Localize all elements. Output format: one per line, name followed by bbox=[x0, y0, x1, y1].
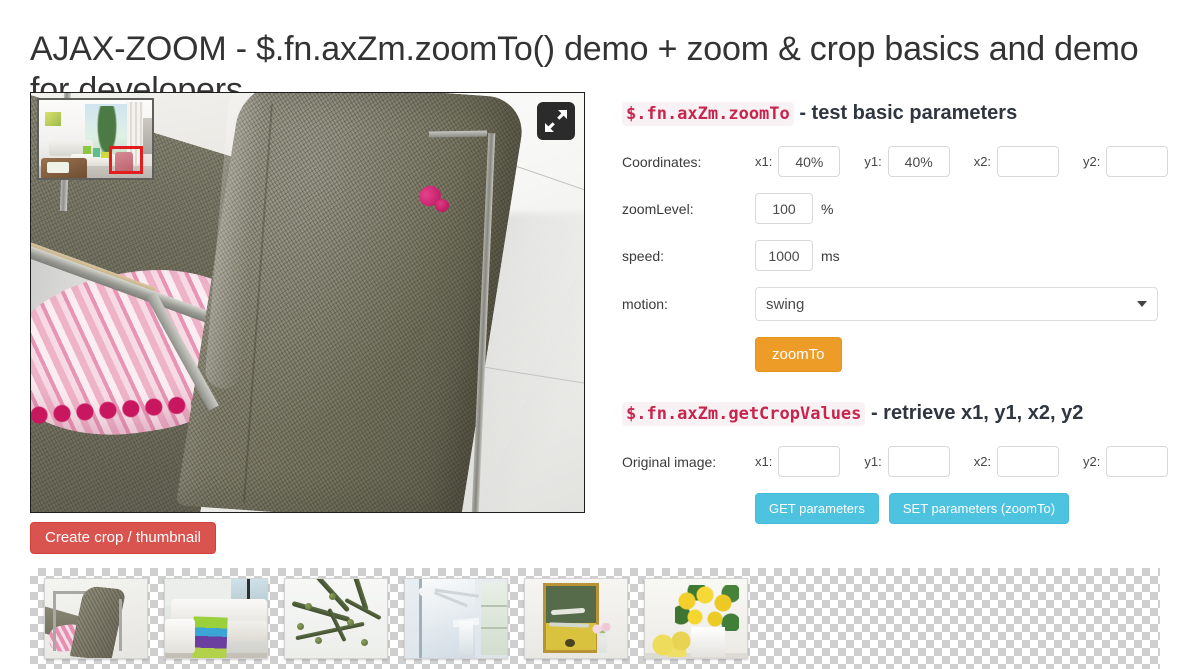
thumb-detail bbox=[481, 627, 507, 629]
y2-input[interactable] bbox=[1106, 146, 1169, 177]
coordinates-label: Coordinates: bbox=[622, 153, 702, 170]
coordinates-row: Coordinates: x1: y1: x2: y2: bbox=[622, 146, 1169, 177]
thumb-detail bbox=[305, 603, 312, 610]
original-coordinate-fields: x1: y1: x2: y2: bbox=[755, 446, 1169, 477]
thumb-detail bbox=[565, 639, 575, 647]
speed-unit: ms bbox=[821, 247, 840, 264]
zoomlevel-input[interactable] bbox=[755, 193, 813, 224]
zoomto-heading-rest: - test basic parameters bbox=[793, 102, 1018, 124]
zoomto-code-tag: $.fn.axZm.zoomTo bbox=[622, 102, 794, 126]
orig-y1-input[interactable] bbox=[887, 446, 950, 477]
parameters-panel: $.fn.axZm.zoomTo - test basic parameters… bbox=[622, 100, 1169, 524]
x2-input[interactable] bbox=[997, 146, 1060, 177]
y1-label: y1: bbox=[864, 154, 882, 169]
get-parameters-button[interactable]: GET parameters bbox=[755, 493, 879, 524]
thumb-detail bbox=[481, 605, 507, 607]
image-viewer[interactable] bbox=[30, 92, 585, 513]
getcropvalues-section-heading: $.fn.axZm.getCropValues - retrieve x1, y… bbox=[622, 400, 1167, 426]
thumb-detail bbox=[53, 591, 56, 651]
thumb-detail bbox=[651, 631, 695, 657]
set-parameters-button[interactable]: SET parameters (zoomTo) bbox=[888, 493, 1070, 524]
thumb-detail bbox=[192, 616, 228, 658]
navigator-selection-rect[interactable] bbox=[109, 146, 143, 174]
x1-label: x1: bbox=[755, 154, 773, 169]
thumb-detail bbox=[69, 585, 127, 658]
motion-row: motion: swing bbox=[622, 287, 1167, 321]
thumbnail-item-1[interactable] bbox=[44, 578, 148, 659]
x2-label: x2: bbox=[973, 154, 992, 169]
thumb-detail bbox=[691, 627, 725, 657]
navigator-plate bbox=[47, 162, 69, 173]
motion-label: motion: bbox=[622, 296, 668, 312]
zoomlevel-unit: % bbox=[821, 200, 834, 217]
create-crop-button[interactable]: Create crop / thumbnail bbox=[30, 522, 216, 554]
getcropvalues-code-tag: $.fn.axZm.getCropValues bbox=[622, 402, 866, 426]
thumb-detail bbox=[361, 639, 368, 646]
orig-y2-input[interactable] bbox=[1106, 446, 1169, 477]
speed-row: speed: ms bbox=[622, 240, 1167, 271]
thumb-painting-vase bbox=[525, 579, 627, 658]
coordinate-fields: x1: y1: x2: y2: bbox=[755, 146, 1169, 177]
original-image-row: Original image: x1: y1: x2: y2: bbox=[622, 446, 1169, 477]
page-root: AJAX-ZOOM - $.fn.axZm.zoomTo() demo + zo… bbox=[0, 0, 1192, 669]
x1-input[interactable] bbox=[778, 146, 841, 177]
thumb-detail bbox=[165, 619, 195, 653]
motion-select[interactable]: swing bbox=[755, 287, 1158, 321]
orig-x2-input[interactable] bbox=[997, 446, 1060, 477]
photo-metal-frame-top bbox=[428, 130, 488, 138]
getcropvalues-heading-rest: - retrieve x1, y1, x2, y2 bbox=[865, 402, 1084, 424]
thumb-detail bbox=[329, 593, 336, 600]
navigator-door bbox=[143, 118, 152, 154]
thumb-detail bbox=[459, 621, 473, 655]
thumb-cactus-branches bbox=[285, 579, 387, 658]
thumb-yellow-roses-lemons bbox=[645, 579, 747, 658]
crop-action-buttons: GET parameters SET parameters (zoomTo) bbox=[755, 493, 1167, 524]
thumbnail-item-2[interactable] bbox=[164, 578, 268, 659]
zoomto-button[interactable]: zoomTo bbox=[755, 337, 842, 372]
zoomlevel-row: zoomLevel: % bbox=[622, 193, 1167, 224]
thumbnail-strip[interactable] bbox=[30, 568, 1160, 669]
orig-y1-label: y1: bbox=[864, 454, 882, 469]
speed-input[interactable] bbox=[755, 240, 813, 271]
fullscreen-button[interactable] bbox=[537, 102, 575, 140]
thumb-detail bbox=[295, 621, 365, 641]
thumbnail-item-6[interactable] bbox=[644, 578, 748, 659]
zoomto-section-heading: $.fn.axZm.zoomTo - test basic parameters bbox=[622, 100, 1167, 126]
thumb-lamp-window bbox=[405, 579, 507, 658]
thumbnail-item-3[interactable] bbox=[284, 578, 388, 659]
y1-input[interactable] bbox=[887, 146, 950, 177]
original-image-label: Original image: bbox=[622, 453, 717, 470]
photo-pompom bbox=[435, 199, 449, 212]
thumb-detail bbox=[675, 585, 739, 631]
orig-y2-label: y2: bbox=[1083, 454, 1101, 469]
thumb-detail bbox=[315, 637, 322, 644]
navigator-thumbnail[interactable] bbox=[37, 98, 154, 180]
zoomlevel-label: zoomLevel: bbox=[622, 200, 694, 217]
thumb-detail bbox=[297, 623, 304, 630]
navigator-decor bbox=[83, 146, 91, 154]
thumb-detail bbox=[347, 619, 354, 626]
orig-x1-input[interactable] bbox=[778, 446, 841, 477]
thumbnail-item-4[interactable] bbox=[404, 578, 508, 659]
speed-label: speed: bbox=[622, 247, 665, 264]
thumb-detail bbox=[119, 599, 122, 651]
orig-x1-label: x1: bbox=[755, 454, 773, 469]
thumb-detail bbox=[481, 583, 507, 655]
thumbnail-item-5[interactable] bbox=[524, 578, 628, 659]
y2-label: y2: bbox=[1083, 154, 1101, 169]
navigator-decor bbox=[93, 148, 100, 157]
zoomto-button-row: zoomTo bbox=[622, 337, 1167, 372]
motion-select-wrapper[interactable]: swing bbox=[755, 287, 1158, 321]
thumb-chair-detail bbox=[45, 579, 147, 658]
thumb-white-sofa bbox=[165, 579, 267, 658]
thumb-detail bbox=[597, 633, 607, 653]
orig-x2-label: x2: bbox=[973, 454, 992, 469]
navigator-wall-art bbox=[45, 112, 61, 126]
